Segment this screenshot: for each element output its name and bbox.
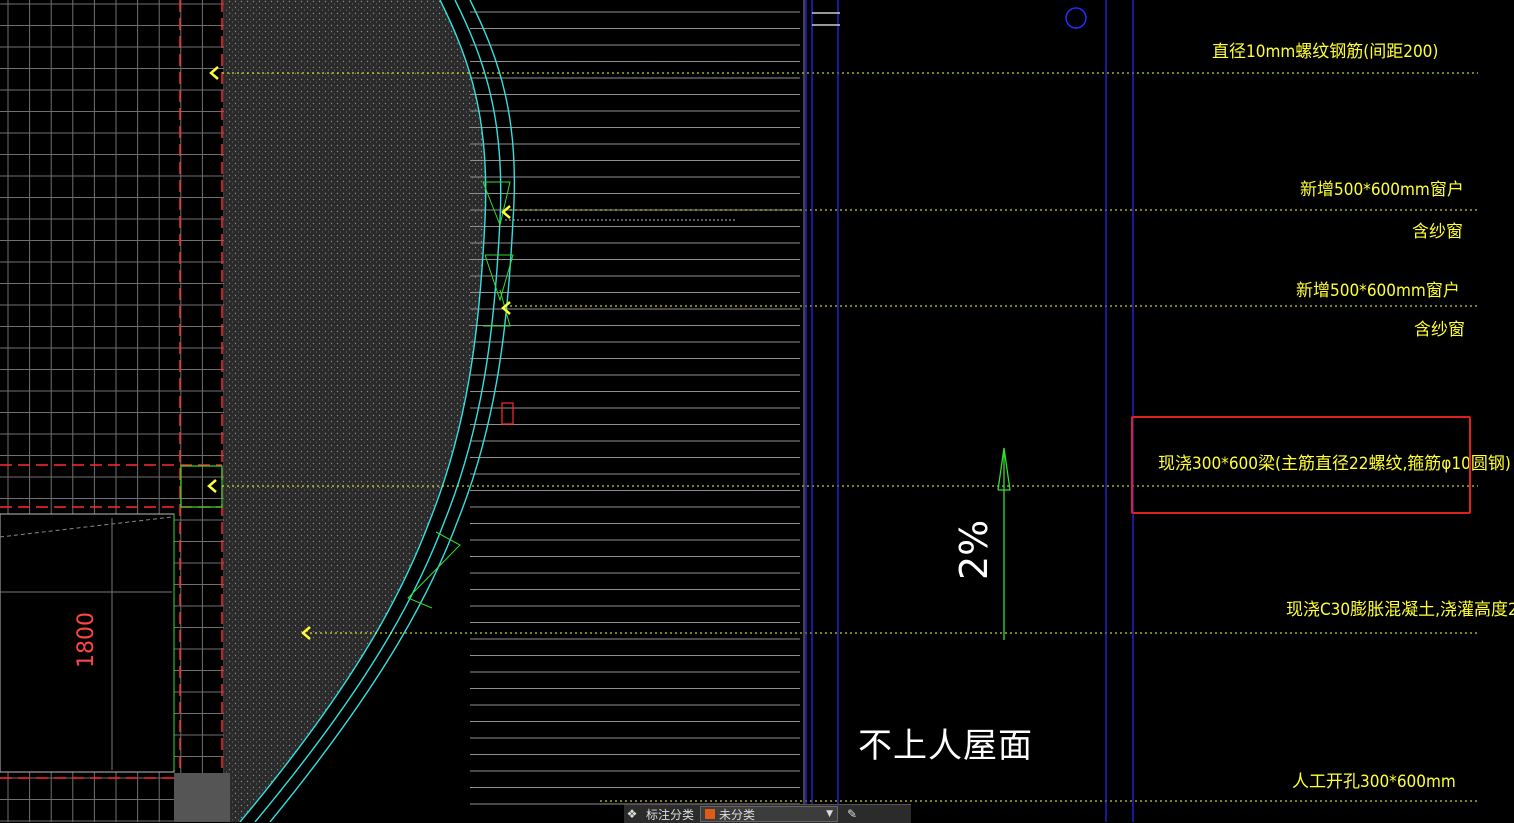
beam-highlight-box xyxy=(1131,416,1471,514)
status-bar: ❖ 标注分类 未分类 ▼ ✎ xyxy=(624,804,911,823)
opening-note: 人工开孔300*600mm xyxy=(1292,772,1456,792)
arrow-marker xyxy=(207,479,217,493)
window-note-1-sub: 含纱窗 xyxy=(1412,222,1463,242)
concrete-note: 现浇C30膨胀混凝土,浇灌高度200mm xyxy=(1286,600,1514,620)
red-marker xyxy=(501,402,514,425)
slope-label: 2% xyxy=(952,519,996,580)
grid-bubble xyxy=(1065,7,1087,29)
viewport-corner-block xyxy=(174,773,230,822)
dimension-text: 1800 xyxy=(74,612,99,668)
window-note-2: 新增500*600mm窗户 xyxy=(1296,281,1460,301)
window-note-2-sub: 含纱窗 xyxy=(1414,320,1465,340)
rebar-note: 直径10mm螺纹钢筋(间距200) xyxy=(1212,42,1439,62)
edit-icon[interactable]: ✎ xyxy=(844,807,860,821)
leader-triangle xyxy=(482,181,511,227)
cad-drawing-canvas[interactable] xyxy=(0,0,1514,822)
layers-icon[interactable]: ❖ xyxy=(624,807,640,821)
window-note-1: 新增500*600mm窗户 xyxy=(1300,180,1464,200)
chevron-down-icon: ▼ xyxy=(826,809,834,819)
annotation-class-value: 未分类 xyxy=(719,807,756,822)
hatched-region xyxy=(224,0,486,822)
class-color-swatch xyxy=(705,809,716,819)
green-marker-box xyxy=(180,465,223,508)
annotation-class-label: 标注分类 xyxy=(646,807,695,822)
roof-type-label: 不上人屋面 xyxy=(858,726,1033,766)
annotation-class-dropdown[interactable]: 未分类 ▼ xyxy=(700,806,839,822)
